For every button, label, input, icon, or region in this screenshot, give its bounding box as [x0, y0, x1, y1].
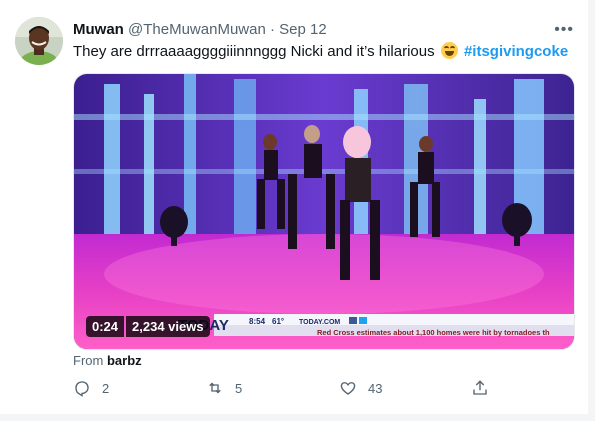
- heart-icon: [340, 382, 356, 395]
- video-frame: 8:54 61° TODAY.COM Red Cross estimates a…: [74, 74, 574, 349]
- video-views: 2,234 views: [126, 316, 210, 337]
- display-name[interactable]: Muwan: [73, 21, 124, 38]
- avatar[interactable]: [15, 17, 63, 65]
- tweet-date[interactable]: Sep 12: [279, 21, 327, 38]
- tweet-actions: 2 5 43: [73, 379, 573, 401]
- user-handle[interactable]: @TheMuwanMuwan: [128, 21, 266, 38]
- reply-icon: [75, 381, 89, 397]
- like-count: 43: [368, 380, 383, 396]
- tweet-body-text: They are drrraaaaggggiiinnnggg Nicki and…: [73, 43, 435, 60]
- retweet-icon: [209, 382, 221, 394]
- share-icon: [473, 380, 487, 395]
- face-with-tears-of-joy-icon: [440, 42, 458, 59]
- avatar-image: [15, 17, 63, 65]
- video-overlay: 0:24 2,234 views: [86, 316, 210, 337]
- more-options-icon[interactable]: •••: [554, 20, 574, 40]
- hashtag-link[interactable]: #itsgivingcoke: [464, 43, 568, 60]
- broadcast-site: TODAY.COM: [299, 319, 340, 326]
- reply-count: 2: [102, 380, 110, 396]
- reply-button[interactable]: 2: [73, 379, 109, 397]
- video-player[interactable]: 8:54 61° TODAY.COM Red Cross estimates a…: [73, 73, 575, 350]
- separator-dot: ·: [269, 21, 275, 38]
- retweet-button[interactable]: 5: [206, 379, 242, 397]
- like-button[interactable]: 43: [339, 379, 382, 397]
- broadcast-time: 8:54: [249, 317, 266, 326]
- source-name[interactable]: barbz: [107, 353, 142, 368]
- broadcast-ticker: Red Cross estimates about 1,100 homes we…: [317, 328, 550, 337]
- retweet-count: 5: [235, 380, 243, 396]
- source-prefix: From: [73, 353, 104, 368]
- tweet-card[interactable]: Muwan @TheMuwanMuwan · Sep 12 ••• They a…: [0, 0, 588, 414]
- tweet-text: They are drrraaaaggggiiinnnggg Nicki and…: [73, 42, 578, 62]
- media-source: From barbz: [73, 353, 142, 368]
- tweet-header: Muwan @TheMuwanMuwan · Sep 12 •••: [73, 20, 574, 40]
- share-button[interactable]: [471, 379, 489, 397]
- video-timestamp: 0:24: [86, 316, 125, 337]
- broadcast-temp: 61°: [272, 317, 284, 326]
